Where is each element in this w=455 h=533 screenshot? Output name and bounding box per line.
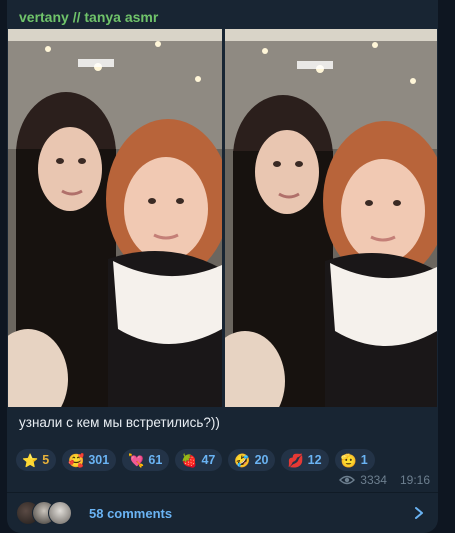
- avatar: [48, 501, 72, 525]
- heart-with-arrow-icon: 💘: [128, 452, 145, 468]
- reaction-kiss[interactable]: 💋 12: [281, 449, 329, 471]
- post-time: 19:16: [399, 473, 430, 487]
- photo-2[interactable]: [225, 29, 437, 407]
- commenter-avatars: [16, 501, 80, 525]
- star-icon: ⭐: [22, 452, 39, 468]
- reaction-star[interactable]: ⭐ 5: [16, 449, 57, 471]
- smiling-face-with-hearts-icon: 🥰: [68, 452, 85, 468]
- saluting-face-icon: 🫡: [340, 452, 357, 468]
- reaction-rofl[interactable]: 🤣 20: [228, 449, 276, 471]
- reaction-count: 301: [88, 453, 110, 467]
- reaction-count: 5: [42, 453, 50, 467]
- reaction-count: 20: [254, 453, 269, 467]
- reaction-count: 1: [360, 453, 368, 467]
- rolling-laughing-icon: 🤣: [234, 452, 251, 468]
- eye-icon: [339, 475, 356, 485]
- message-bubble: vertany // tanya asmr узнали с кем мы вс…: [7, 0, 438, 533]
- reaction-heart-arrow[interactable]: 💘 61: [122, 449, 170, 471]
- views-count: 3334: [360, 473, 387, 487]
- reaction-count: 61: [148, 453, 163, 467]
- comments-button[interactable]: 58 comments: [7, 493, 438, 533]
- reaction-strawberry[interactable]: 🍓 47: [175, 449, 223, 471]
- reaction-count: 12: [307, 453, 322, 467]
- post-meta: 3334 19:16: [339, 473, 430, 487]
- comments-label: 58 comments: [89, 505, 173, 521]
- reactions-bar: ⭐ 5 🥰 301 💘 61 🍓 47 🤣 20 💋 12 🫡 1: [16, 449, 375, 471]
- kiss-mark-icon: 💋: [287, 452, 304, 468]
- chevron-right-icon: [415, 507, 423, 519]
- reaction-salute[interactable]: 🫡 1: [334, 449, 375, 471]
- channel-name[interactable]: vertany // tanya asmr: [19, 9, 158, 25]
- strawberry-icon: 🍓: [181, 452, 198, 468]
- reaction-smiling-hearts[interactable]: 🥰 301: [62, 449, 117, 471]
- reaction-count: 47: [201, 453, 216, 467]
- photo-1[interactable]: [8, 29, 222, 407]
- post-caption: узнали с кем мы встретились?)): [19, 415, 220, 430]
